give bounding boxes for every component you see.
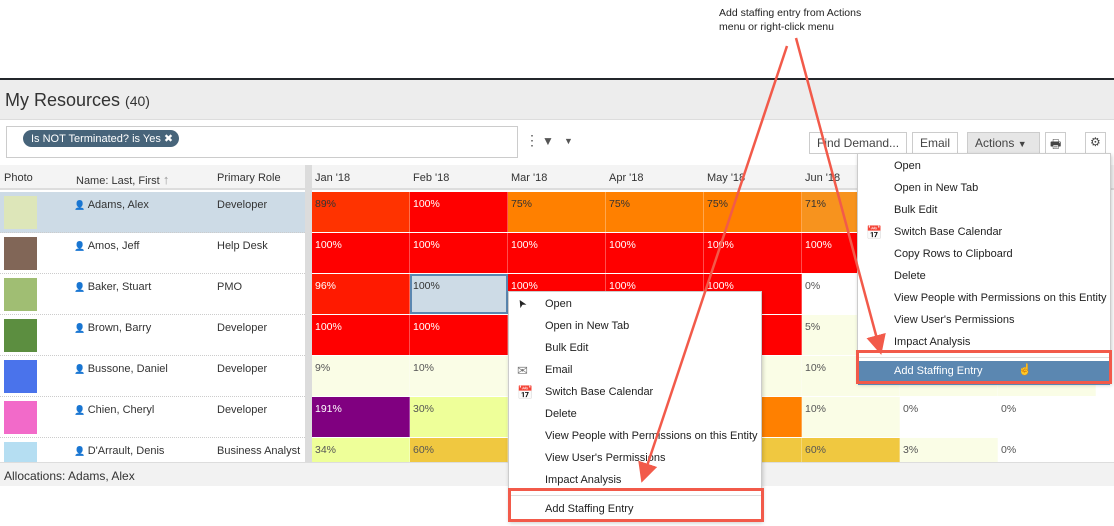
arrow-to-context-menu	[638, 45, 789, 483]
arrow-to-actions-menu	[794, 37, 886, 355]
annotation-arrows	[638, 37, 886, 483]
